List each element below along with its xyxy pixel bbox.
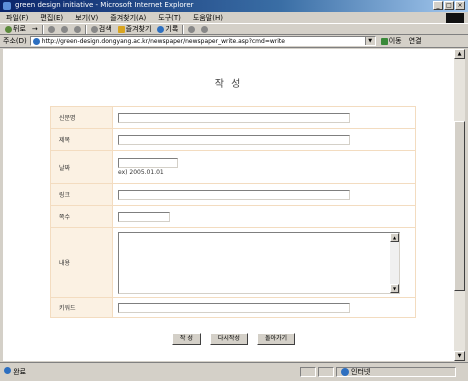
forward-button[interactable]: → (30, 25, 40, 33)
content-textarea[interactable]: ▲ ▼ (118, 231, 400, 294)
toolbar-separator (84, 24, 87, 34)
menu-favorites[interactable]: 즐겨찾기(A) (104, 13, 152, 23)
scroll-thumb[interactable] (454, 121, 465, 291)
field-label: 제목 (50, 128, 113, 151)
zone-panel: 인터넷 (336, 367, 456, 377)
internet-globe-icon (341, 368, 349, 376)
status-bar: 완료 인터넷 (0, 362, 468, 381)
history-icon (157, 25, 165, 33)
write-button[interactable]: 작 성 (171, 333, 201, 345)
title-bar: green design initiative - Microsoft Inte… (0, 0, 468, 12)
form-row-pages: 쪽수 (50, 205, 416, 228)
back-to-list-button[interactable]: 돌아가기 (256, 333, 296, 345)
menu-file[interactable]: 파일(F) (0, 13, 34, 23)
page-scrollbar[interactable]: ▲ ▼ (454, 49, 465, 361)
toolbar-separator (41, 24, 44, 34)
menu-bar: 파일(F) 편집(E) 보기(V) 즐겨찾기(A) 도구(T) 도움말(H) (0, 12, 468, 23)
textarea-scrollbar[interactable]: ▲ ▼ (390, 232, 399, 293)
link-input[interactable] (118, 189, 350, 200)
title-input[interactable] (118, 134, 350, 145)
print-button[interactable] (199, 25, 210, 33)
page-title: 작 성 (214, 79, 243, 90)
menu-tools[interactable]: 도구(T) (152, 13, 187, 23)
form-buttons: 작 성 다시작성 돌아가기 (3, 333, 454, 345)
mail-icon (188, 25, 196, 33)
page-icon (32, 37, 40, 45)
status-text: 완료 (4, 367, 26, 377)
page-content: 작 성 신문명 제목 날짜 ex) 2005.01.01 링크 쪽수 내용 ▲ … (3, 49, 454, 361)
form-row-date: 날짜 ex) 2005.01.01 (50, 150, 416, 184)
field-label: 키워드 (50, 297, 113, 318)
status-panel (300, 367, 316, 377)
print-icon (201, 25, 209, 33)
newspaper-input[interactable] (118, 112, 350, 123)
address-url: http://green-design.dongyang.ac.kr/newsp… (41, 37, 285, 45)
scroll-up-icon[interactable]: ▲ (454, 49, 465, 59)
home-icon (73, 25, 81, 33)
address-bar: 주소(D) http://green-design.dongyang.ac.kr… (0, 35, 468, 48)
write-form: 신문명 제목 날짜 ex) 2005.01.01 링크 쪽수 내용 ▲ ▼ 키워… (50, 106, 416, 318)
status-panel (318, 367, 334, 377)
search-icon (90, 25, 98, 33)
form-row-content: 내용 ▲ ▼ (50, 227, 416, 298)
back-button[interactable]: 뒤로 (3, 24, 28, 34)
address-input[interactable]: http://green-design.dongyang.ac.kr/newsp… (29, 36, 376, 46)
keyword-input[interactable] (118, 302, 350, 313)
form-row-keyword: 키워드 (50, 297, 416, 318)
scroll-down-icon[interactable]: ▼ (390, 283, 399, 293)
ie-logo-icon (3, 2, 11, 10)
refresh-button[interactable] (59, 25, 70, 33)
favorites-icon (117, 25, 125, 33)
go-button[interactable]: 이동 (379, 36, 404, 46)
field-label: 링크 (50, 183, 113, 206)
field-label: 신문명 (50, 106, 113, 129)
form-row-link: 링크 (50, 183, 416, 206)
history-button[interactable]: 기록 (155, 24, 180, 34)
window-controls: _ □ × (433, 1, 465, 10)
field-label: 날짜 (50, 150, 113, 184)
address-dropdown-icon[interactable]: ▼ (364, 37, 375, 45)
rewrite-button[interactable]: 다시작성 (209, 333, 248, 345)
favorites-button[interactable]: 즐겨찾기 (116, 24, 154, 34)
field-label: 쪽수 (50, 205, 113, 228)
close-button[interactable]: × (455, 1, 465, 10)
date-hint: ex) 2005.01.01 (118, 169, 164, 176)
windows-logo-icon (446, 13, 464, 23)
toolbar: 뒤로 → 검색 즐겨찾기 기록 (0, 23, 468, 35)
field-label: 내용 (50, 227, 113, 298)
toolbar-separator (182, 24, 185, 34)
mail-button[interactable] (186, 25, 197, 33)
menu-help[interactable]: 도움말(H) (187, 13, 229, 23)
back-arrow-icon (5, 25, 12, 33)
links-button[interactable]: 연결 (407, 36, 424, 46)
form-row-newspaper: 신문명 (50, 106, 416, 129)
go-arrow-icon (380, 37, 388, 45)
window-title: green design initiative - Microsoft Inte… (15, 1, 194, 9)
menu-edit[interactable]: 편집(E) (34, 13, 69, 23)
maximize-button[interactable]: □ (444, 1, 454, 10)
scroll-down-icon[interactable]: ▼ (454, 351, 465, 361)
pages-input[interactable] (118, 211, 170, 222)
address-label: 주소(D) (3, 37, 27, 45)
stop-button[interactable] (46, 25, 57, 33)
menu-view[interactable]: 보기(V) (69, 13, 104, 23)
search-button[interactable]: 검색 (89, 24, 114, 34)
scroll-up-icon[interactable]: ▲ (390, 232, 399, 242)
home-button[interactable] (72, 25, 83, 33)
date-input[interactable] (118, 158, 178, 168)
form-row-title: 제목 (50, 128, 416, 151)
stop-icon (47, 25, 55, 33)
refresh-icon (60, 25, 68, 33)
minimize-button[interactable]: _ (433, 1, 443, 10)
done-page-icon (4, 367, 11, 374)
